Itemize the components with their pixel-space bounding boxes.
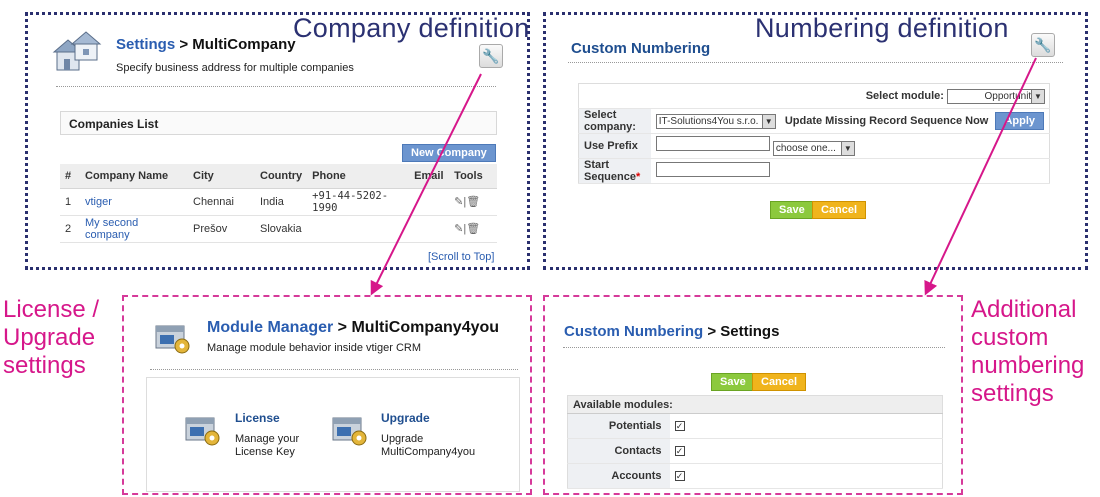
arrow-to-module-manager <box>370 73 482 296</box>
connector-arrows <box>370 57 1037 296</box>
arrow-to-numbering-settings <box>924 57 1037 296</box>
